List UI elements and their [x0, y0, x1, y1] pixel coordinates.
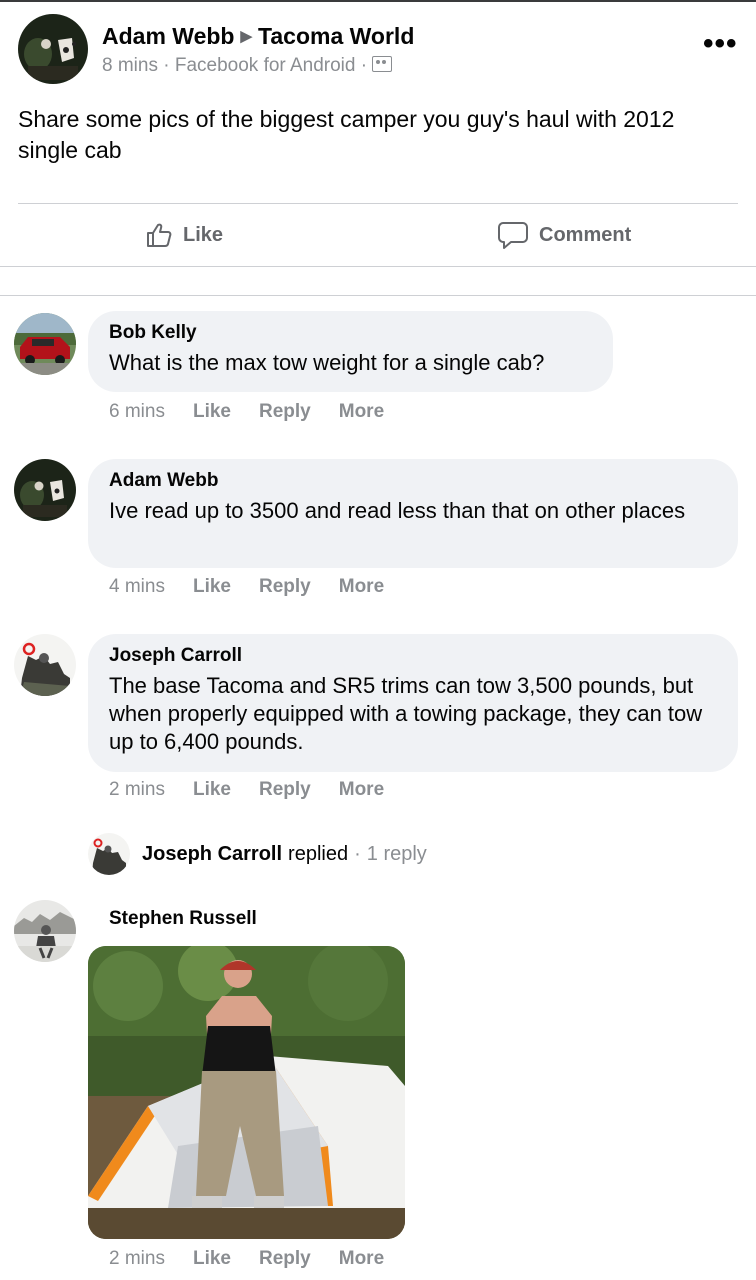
comment-actions: 6 mins Like Reply More: [109, 401, 384, 423]
like-button[interactable]: Like: [145, 218, 223, 252]
commenter-avatar[interactable]: [14, 459, 76, 521]
comment-label: Comment: [539, 223, 632, 246]
comment-reply-button[interactable]: Reply: [259, 401, 311, 423]
reply-separator: ·: [354, 842, 361, 865]
post-author-name[interactable]: Adam Webb: [102, 23, 234, 49]
comment-more-button[interactable]: More: [339, 1248, 384, 1270]
divider: [0, 266, 756, 267]
comment-like-button[interactable]: Like: [193, 401, 231, 423]
comment-button[interactable]: Comment: [497, 218, 631, 252]
thumbs-up-icon: [147, 223, 172, 247]
comment-bubble: Bob Kelly What is the max tow weight for…: [88, 311, 613, 392]
divider: [18, 203, 738, 204]
post-meta: 8 mins · Facebook for Android ·: [102, 55, 393, 77]
comment-reply-button[interactable]: Reply: [259, 576, 311, 598]
comment-more-button[interactable]: More: [339, 576, 384, 598]
reply-verb: replied: [288, 842, 349, 865]
post-author-avatar[interactable]: [18, 14, 88, 84]
comment-like-button[interactable]: Like: [193, 1248, 231, 1270]
comment-photo[interactable]: [88, 946, 405, 1239]
post-text: Share some pics of the biggest camper yo…: [18, 106, 675, 163]
more-options-icon[interactable]: •••: [703, 29, 738, 59]
view-replies-link[interactable]: Joseph Carroll replied · 1 reply: [88, 832, 427, 876]
comment-time[interactable]: 2 mins: [109, 779, 165, 801]
divider: [0, 295, 756, 296]
reply-count: 1 reply: [366, 842, 427, 865]
like-label: Like: [183, 223, 224, 246]
comment-author[interactable]: Bob Kelly: [109, 321, 591, 345]
comment-more-button[interactable]: More: [339, 779, 384, 801]
comment-more-button[interactable]: More: [339, 401, 384, 423]
comment-author[interactable]: Adam Webb: [109, 469, 716, 493]
group-audience-icon: [372, 56, 393, 72]
commenter-avatar[interactable]: [14, 900, 76, 962]
commenter-avatar[interactable]: [14, 634, 76, 696]
comment-actions: 4 mins Like Reply More: [109, 576, 384, 598]
comment-time[interactable]: 2 mins: [109, 1248, 165, 1270]
comment-text: What is the max tow weight for a single …: [109, 350, 545, 375]
caret-right-icon: ▶: [240, 28, 253, 45]
comment-like-button[interactable]: Like: [193, 576, 231, 598]
comment-text: Ive read up to 3500 and read less than t…: [109, 498, 686, 523]
comment-time[interactable]: 4 mins: [109, 576, 165, 598]
meta-separator-2: ·: [360, 55, 368, 76]
post-time[interactable]: 8 mins: [102, 55, 158, 76]
commenter-avatar[interactable]: [14, 313, 76, 375]
post-header-title: Adam Webb ▶ Tacoma World: [102, 23, 414, 50]
comment-bubble-icon: [498, 222, 528, 249]
reply-author: Joseph Carroll: [142, 842, 283, 865]
comment-time[interactable]: 6 mins: [109, 401, 165, 423]
reply-avatar: [88, 833, 130, 875]
meta-separator: ·: [163, 55, 170, 76]
comment-reply-button[interactable]: Reply: [259, 779, 311, 801]
comment-reply-button[interactable]: Reply: [259, 1248, 311, 1270]
group-name[interactable]: Tacoma World: [258, 23, 414, 49]
comment-actions: 2 mins Like Reply More: [109, 779, 384, 801]
comment-author[interactable]: Stephen Russell: [109, 908, 257, 930]
comment-like-button[interactable]: Like: [193, 779, 231, 801]
comment-text: The base Tacoma and SR5 trims can tow 3,…: [109, 673, 703, 754]
post-source: Facebook for Android: [174, 55, 356, 76]
comment-bubble: Joseph Carroll The base Tacoma and SR5 t…: [88, 634, 738, 772]
top-border: [0, 0, 756, 2]
comment-author[interactable]: Joseph Carroll: [109, 644, 716, 668]
comment-actions: 2 mins Like Reply More: [109, 1248, 384, 1270]
comment-bubble: Adam Webb Ive read up to 3500 and read l…: [88, 459, 738, 568]
